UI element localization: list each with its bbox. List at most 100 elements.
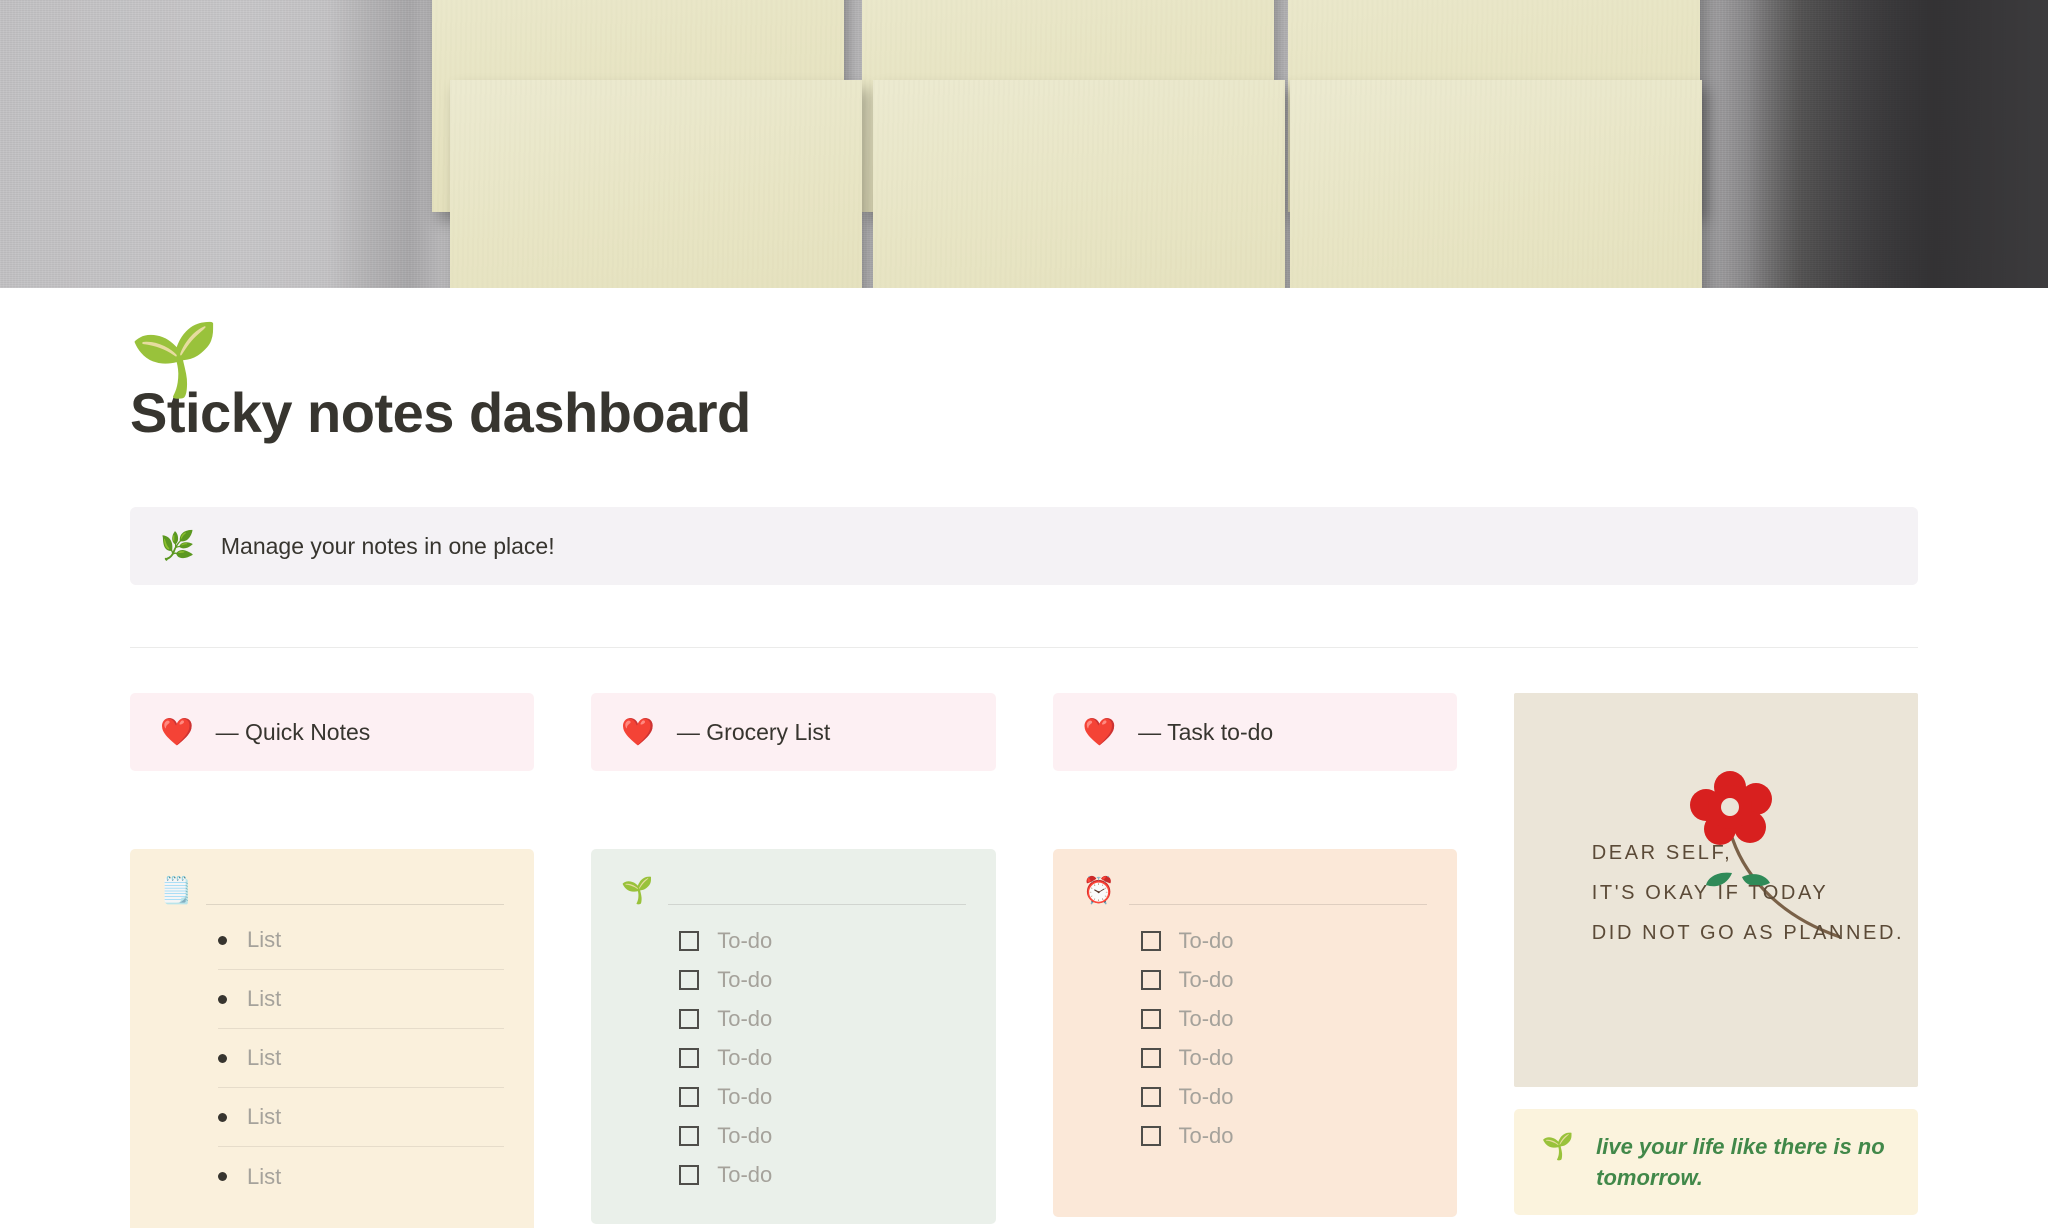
- seedling-icon: 🌱: [1541, 1131, 1575, 1161]
- checklist-item[interactable]: To-do: [1140, 921, 1427, 960]
- checklist-item[interactable]: To-do: [1140, 1038, 1427, 1077]
- red-heart-icon: ❤️: [1082, 716, 1117, 747]
- checklist-item-label: To-do: [1178, 927, 1234, 953]
- banner-sticky-note: [450, 80, 862, 288]
- illustration-line-1: DEAR SELF,: [1591, 842, 1733, 864]
- column-header-grocery-list: ❤️ — Grocery List: [591, 693, 996, 771]
- checkbox[interactable]: [679, 1164, 700, 1185]
- dear-self-illustration: DEAR SELF, IT'S OKAY IF TODAY DID NOT GO…: [1513, 693, 1918, 1087]
- checklist-item[interactable]: To-do: [1140, 960, 1427, 999]
- checklist-item-label: To-do: [1178, 1083, 1234, 1109]
- column-header-task-todo: ❤️ — Task to-do: [1052, 693, 1457, 771]
- checklist-item-label: To-do: [717, 1005, 773, 1031]
- column-task-todo: ❤️ — Task to-do ⏰ To-do To-do To-do To-d…: [1052, 693, 1457, 1228]
- checklist-item-label: To-do: [1178, 1005, 1234, 1031]
- alarm-clock-icon: ⏰: [1082, 875, 1115, 905]
- spiral-notepad-icon: 🗒️: [160, 875, 193, 905]
- list-item-label: List: [247, 927, 282, 952]
- checklist-item-label: To-do: [717, 1122, 773, 1148]
- red-heart-icon: ❤️: [621, 716, 655, 747]
- red-heart-icon: ❤️: [160, 716, 194, 747]
- header-banner-image: [0, 0, 2048, 288]
- column-quick-notes: ❤️ — Quick Notes 🗒️ List List List List …: [130, 693, 535, 1228]
- checklist-item[interactable]: To-do: [1140, 999, 1427, 1038]
- checklist-item[interactable]: To-do: [679, 1077, 965, 1116]
- card-title-rule: [1128, 875, 1427, 905]
- checkbox[interactable]: [1140, 1125, 1161, 1146]
- sticky-card-task-todo[interactable]: ⏰ To-do To-do To-do To-do To-do To-do: [1052, 849, 1457, 1217]
- column-aside: DEAR SELF, IT'S OKAY IF TODAY DID NOT GO…: [1513, 693, 1918, 1228]
- column-grocery-list: ❤️ — Grocery List 🌱 To-do To-do To-do To…: [591, 693, 996, 1228]
- list-item-label: List: [247, 986, 282, 1011]
- section-divider: [130, 647, 1918, 648]
- illustration-line-2: IT'S OKAY IF TODAY: [1591, 882, 1829, 904]
- bullet-dot: [218, 1053, 227, 1063]
- herb-icon: 🌿: [160, 530, 195, 561]
- checkbox[interactable]: [1140, 1086, 1161, 1107]
- callout-text: Manage your notes in one place!: [220, 532, 555, 559]
- illustration-text: DEAR SELF, IT'S OKAY IF TODAY DID NOT GO…: [1592, 833, 1904, 953]
- seedling-icon[interactable]: 🌱: [130, 317, 220, 403]
- checkbox[interactable]: [1140, 1008, 1161, 1029]
- column-header-label: — Task to-do: [1138, 718, 1274, 745]
- banner-sticky-note: [873, 80, 1285, 288]
- page-body: 🌱 Sticky notes dashboard 🌿 Manage your n…: [0, 320, 2048, 1228]
- list-item[interactable]: List: [218, 1029, 505, 1088]
- column-header-label: — Quick Notes: [215, 718, 371, 745]
- list-item[interactable]: List: [218, 911, 505, 970]
- page-title: Sticky notes dashboard: [130, 381, 751, 444]
- checklist-item-label: To-do: [1178, 1122, 1234, 1148]
- list-item-label: List: [247, 1104, 282, 1129]
- checklist-item-label: To-do: [1178, 966, 1234, 992]
- checklist-item-label: To-do: [717, 1161, 773, 1187]
- checklist-item-label: To-do: [717, 1044, 773, 1070]
- illustration-line-3: DID NOT GO AS PLANNED.: [1591, 922, 1905, 944]
- card-header: ⏰: [1083, 875, 1427, 905]
- columns-container: ❤️ — Quick Notes 🗒️ List List List List …: [130, 693, 1918, 1228]
- list-item[interactable]: List: [218, 970, 505, 1029]
- card-header: 🗒️: [160, 875, 505, 905]
- list-item[interactable]: List: [218, 1088, 505, 1147]
- card-title-rule: [206, 875, 505, 905]
- list-item-label: List: [247, 1163, 282, 1189]
- list-item[interactable]: List: [218, 1147, 504, 1206]
- checkbox[interactable]: [1140, 930, 1161, 951]
- checkbox[interactable]: [679, 1086, 700, 1107]
- banner-shadow-band: [1748, 0, 2048, 288]
- checklist-item[interactable]: To-do: [679, 960, 965, 999]
- checklist-item-label: To-do: [717, 966, 773, 992]
- quote-card: 🌱 live your life like there is no tomorr…: [1513, 1109, 1918, 1215]
- sticky-card-quick-notes[interactable]: 🗒️ List List List List List: [130, 849, 535, 1228]
- checklist-item[interactable]: To-do: [679, 921, 965, 960]
- checklist-item-label: To-do: [717, 1083, 773, 1109]
- checkbox[interactable]: [679, 930, 700, 951]
- bullet-dot: [218, 935, 227, 945]
- quote-text: live your life like there is no tomorrow…: [1596, 1134, 1885, 1190]
- checklist-item[interactable]: To-do: [1140, 1077, 1427, 1116]
- bullet-dot: [218, 1112, 227, 1122]
- checklist-item-label: To-do: [717, 927, 773, 953]
- bulleted-list: List List List List List: [160, 911, 505, 1206]
- seedling-icon: 🌱: [621, 875, 654, 905]
- checkbox[interactable]: [1140, 969, 1161, 990]
- checklist-item[interactable]: To-do: [679, 999, 965, 1038]
- checkbox[interactable]: [679, 1047, 700, 1068]
- banner-sticky-note: [1290, 80, 1702, 288]
- column-header-quick-notes: ❤️ — Quick Notes: [130, 693, 535, 771]
- checklist-item[interactable]: To-do: [679, 1116, 965, 1155]
- checkbox[interactable]: [679, 1125, 700, 1146]
- checklist-item[interactable]: To-do: [1140, 1116, 1427, 1155]
- callout-banner: 🌿 Manage your notes in one place!: [130, 507, 1918, 585]
- checkbox[interactable]: [679, 1008, 700, 1029]
- checklist-item-label: To-do: [1178, 1044, 1234, 1070]
- checklist-item[interactable]: To-do: [679, 1038, 965, 1077]
- checklist-item[interactable]: To-do: [679, 1155, 965, 1194]
- bullet-dot: [218, 994, 227, 1004]
- checkbox[interactable]: [679, 969, 700, 990]
- checkbox[interactable]: [1140, 1047, 1161, 1068]
- card-header: 🌱: [621, 875, 966, 905]
- checklist: To-do To-do To-do To-do: [621, 921, 965, 1194]
- sticky-card-grocery-list[interactable]: 🌱 To-do To-do To-do To-do To-do To-do To…: [591, 849, 996, 1224]
- bullet-dot: [218, 1172, 227, 1181]
- column-header-label: — Grocery List: [676, 718, 831, 745]
